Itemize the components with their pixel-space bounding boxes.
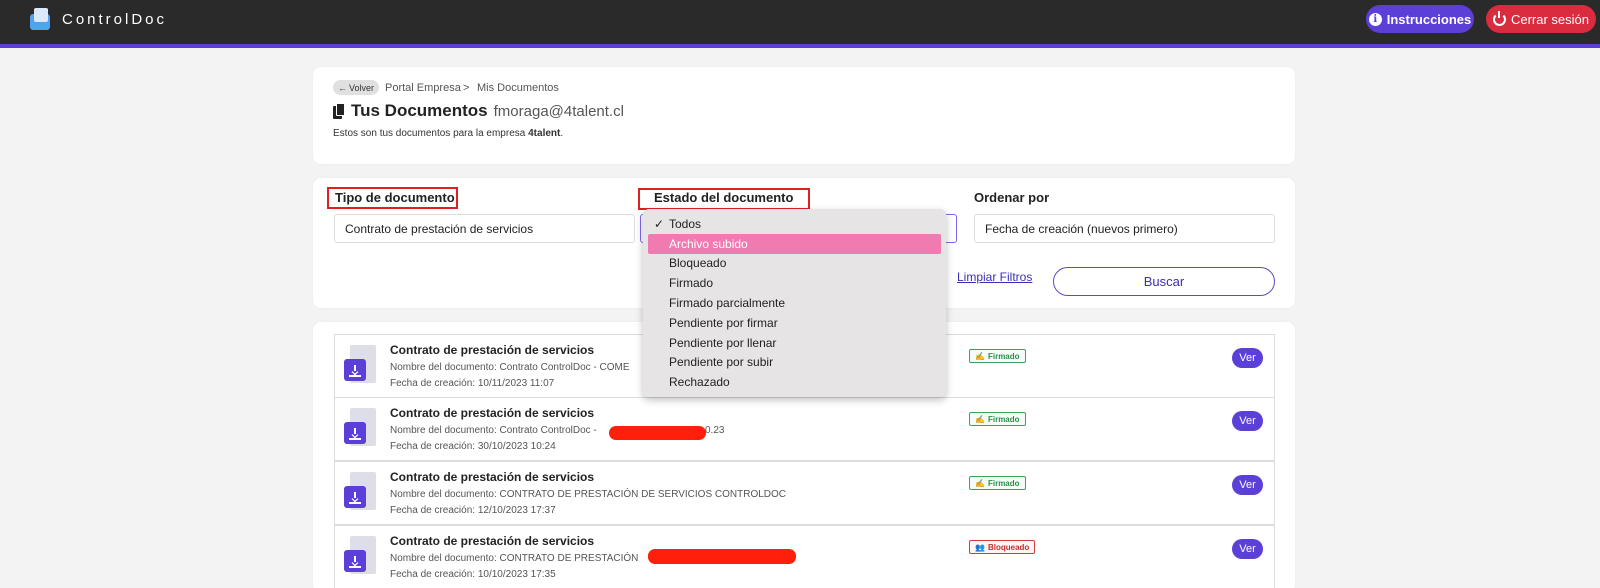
view-button[interactable]: Ver bbox=[1232, 411, 1263, 431]
document-type: Contrato de prestación de servicios bbox=[390, 406, 595, 420]
file-download-icon[interactable] bbox=[344, 408, 376, 448]
redaction-mark bbox=[648, 549, 796, 564]
status-text: Firmado bbox=[987, 351, 1020, 361]
document-name: Nombre del documento: CONTRATO DE PRESTA… bbox=[390, 553, 639, 564]
document-type: Contrato de prestación de servicios bbox=[390, 343, 595, 357]
breadcrumb-separator: > bbox=[463, 82, 470, 94]
subtitle-text: Estos son tus documentos para la empresa bbox=[333, 128, 529, 139]
document-date: Fecha de creación: 12/10/2023 17:37 bbox=[390, 505, 556, 516]
status-badge: 👥 Bloqueado bbox=[969, 540, 1036, 554]
logout-label: Cerrar sesión bbox=[1510, 11, 1590, 27]
estado-option[interactable]: Pendiente por subir bbox=[648, 353, 941, 373]
search-button[interactable]: Buscar bbox=[1053, 267, 1275, 296]
document-date: Fecha de creación: 10/11/2023 11:07 bbox=[390, 378, 555, 389]
estado-option[interactable]: Firmado bbox=[648, 273, 941, 293]
document-row: Contrato de prestación de servicios Nomb… bbox=[334, 461, 1275, 525]
document-name: Nombre del documento: Contrato ControlDo… bbox=[390, 362, 630, 373]
page-title-row: Tus Documentos fmoraga@4talent.cl bbox=[333, 101, 624, 121]
document-date: Fecha de creación: 30/10/2023 10:24 bbox=[390, 441, 556, 452]
search-label: Buscar bbox=[1143, 274, 1185, 289]
user-email: fmoraga@4talent.cl bbox=[493, 103, 624, 120]
signature-icon: ✍ bbox=[975, 414, 985, 424]
signature-icon: ✍ bbox=[975, 478, 985, 488]
file-download-icon[interactable] bbox=[344, 536, 376, 576]
tipo-documento-value: Contrato de prestación de servicios bbox=[345, 221, 534, 236]
controldoc-logo-icon bbox=[30, 8, 52, 30]
document-type: Contrato de prestación de servicios bbox=[390, 470, 595, 484]
subtitle-end: . bbox=[560, 128, 564, 139]
users-lock-icon: 👥 bbox=[975, 542, 985, 552]
page-title: Tus Documentos bbox=[351, 101, 488, 120]
ordenar-por-value: Fecha de creación (nuevos primero) bbox=[985, 221, 1178, 236]
document-name-tail: 0.23 bbox=[705, 425, 725, 436]
breadcrumb-current: Mis Documentos bbox=[477, 82, 559, 94]
estado-option[interactable]: Rechazado bbox=[648, 372, 941, 392]
ordenar-por-select[interactable]: Fecha de creación (nuevos primero) bbox=[974, 214, 1275, 243]
option-label: Archivo subido bbox=[669, 236, 748, 251]
estado-option[interactable]: Bloqueado bbox=[648, 254, 941, 274]
status-text: Firmado bbox=[987, 414, 1020, 424]
view-label: Ver bbox=[1239, 479, 1256, 491]
instructions-button[interactable]: i Instrucciones bbox=[1366, 5, 1474, 33]
option-label: Pendiente por subir bbox=[669, 355, 774, 370]
copy-documents-icon bbox=[333, 103, 345, 119]
option-label: Bloqueado bbox=[669, 256, 727, 271]
breadcrumb-portal-link[interactable]: Portal Empresa bbox=[385, 82, 461, 94]
status-badge: ✍ Firmado bbox=[969, 476, 1026, 490]
info-icon: i bbox=[1368, 12, 1382, 26]
checkmark-icon: ✓ bbox=[654, 216, 665, 231]
status-badge: ✍ Firmado bbox=[969, 349, 1026, 363]
option-label: Firmado bbox=[669, 276, 714, 291]
option-label: Rechazado bbox=[669, 375, 730, 390]
status-badge: ✍ Firmado bbox=[969, 412, 1026, 426]
view-button[interactable]: Ver bbox=[1232, 475, 1263, 495]
status-text: Firmado bbox=[987, 478, 1020, 488]
file-download-icon[interactable] bbox=[344, 345, 376, 385]
signature-icon: ✍ bbox=[975, 351, 985, 361]
document-row: Contrato de prestación de servicios Nomb… bbox=[334, 525, 1275, 588]
back-button[interactable]: ← Volver bbox=[333, 80, 379, 95]
view-label: Ver bbox=[1239, 352, 1256, 364]
view-label: Ver bbox=[1239, 415, 1256, 427]
redaction-mark bbox=[609, 426, 706, 440]
view-button[interactable]: Ver bbox=[1232, 539, 1263, 559]
document-name: Nombre del documento: Contrato ControlDo… bbox=[390, 425, 597, 436]
document-type: Contrato de prestación de servicios bbox=[390, 534, 595, 548]
view-label: Ver bbox=[1239, 543, 1256, 555]
option-label: Firmado parcialmente bbox=[669, 296, 786, 311]
option-label: Pendiente por firmar bbox=[669, 315, 778, 330]
status-text: Bloqueado bbox=[987, 542, 1030, 552]
estado-option[interactable]: Pendiente por firmar bbox=[648, 313, 941, 333]
app-logo[interactable]: ControlDoc bbox=[30, 8, 167, 30]
ordenar-por-label: Ordenar por bbox=[974, 190, 1050, 205]
annotation-highlight-tipo bbox=[327, 187, 458, 209]
top-navbar: ControlDoc i Instrucciones Cerrar sesión bbox=[0, 0, 1600, 45]
clear-filters-link[interactable]: Limpiar Filtros bbox=[957, 270, 1032, 284]
power-icon bbox=[1492, 10, 1506, 26]
tipo-documento-select[interactable]: Contrato de prestación de servicios bbox=[334, 214, 635, 243]
instructions-label: Instrucciones bbox=[1386, 11, 1472, 27]
document-name: Nombre del documento: CONTRATO DE PRESTA… bbox=[390, 489, 787, 500]
document-date: Fecha de creación: 10/10/2023 17:35 bbox=[390, 569, 556, 580]
app-name: ControlDoc bbox=[62, 10, 168, 28]
estado-option[interactable]: ✓ Todos bbox=[648, 214, 941, 234]
estado-option[interactable]: Pendiente por llenar bbox=[648, 333, 941, 353]
estado-option[interactable]: Archivo subido bbox=[648, 233, 941, 254]
arrow-left-icon: ← bbox=[337, 82, 347, 93]
logout-button[interactable]: Cerrar sesión bbox=[1486, 5, 1596, 33]
navbar-accent-line bbox=[0, 44, 1600, 48]
option-label: Todos bbox=[669, 216, 702, 231]
back-label: Volver bbox=[348, 82, 374, 93]
view-button[interactable]: Ver bbox=[1232, 348, 1263, 368]
page-subtitle: Estos son tus documentos para la empresa… bbox=[333, 128, 563, 139]
document-row: Contrato de prestación de servicios Nomb… bbox=[334, 397, 1275, 461]
company-name: 4talent bbox=[528, 128, 561, 139]
file-download-icon[interactable] bbox=[344, 472, 376, 512]
estado-dropdown-menu: ✓ Todos Archivo subido Bloqueado Firmado … bbox=[643, 209, 946, 397]
annotation-highlight-estado bbox=[638, 188, 810, 210]
estado-option[interactable]: Firmado parcialmente bbox=[648, 293, 941, 313]
option-label: Pendiente por llenar bbox=[669, 335, 777, 350]
